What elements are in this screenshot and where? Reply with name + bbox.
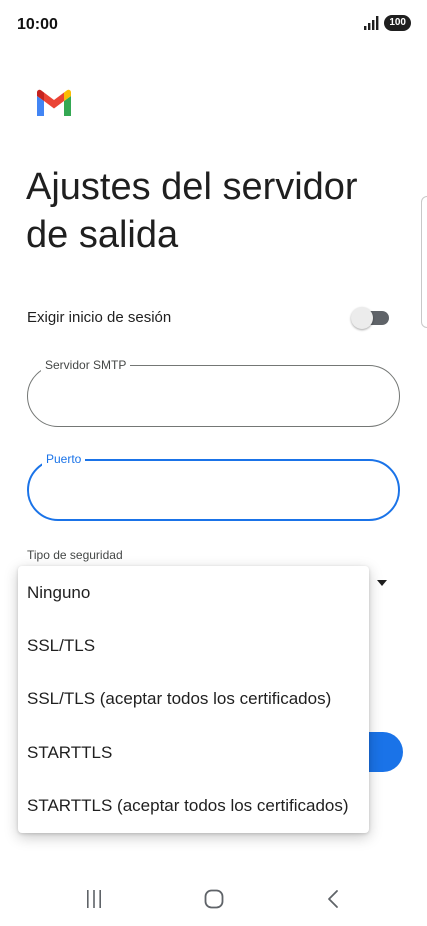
side-panel-handle[interactable] <box>421 196 427 328</box>
smtp-server-input[interactable] <box>48 384 372 410</box>
port-label: Puerto <box>42 451 86 467</box>
recents-icon[interactable] <box>84 890 104 908</box>
security-type-menu: Ninguno SSL/TLS SSL/TLS (aceptar todos l… <box>18 566 369 833</box>
dropdown-arrow-icon[interactable] <box>377 580 387 586</box>
toggle-thumb <box>351 307 373 329</box>
page-title: Ajustes del servidor de salida <box>26 166 358 256</box>
menu-item-starttls[interactable]: STARTTLS <box>18 726 369 779</box>
navigation-bar <box>0 870 427 926</box>
menu-item-ssl-tls[interactable]: SSL/TLS <box>18 619 369 672</box>
status-indicators: 100 <box>364 15 411 31</box>
signal-bars-icon <box>364 16 379 30</box>
smtp-server-label: Servidor SMTP <box>41 357 131 373</box>
home-icon[interactable] <box>204 889 224 909</box>
menu-item-none[interactable]: Ninguno <box>18 566 369 619</box>
port-input[interactable] <box>49 479 373 505</box>
gmail-logo-icon <box>37 89 71 116</box>
security-type-label: Tipo de seguridad <box>27 548 123 562</box>
require-signin-toggle[interactable] <box>351 307 389 329</box>
require-signin-label: Exigir inicio de sesión <box>27 309 172 326</box>
status-time: 10:00 <box>17 16 58 33</box>
back-icon[interactable] <box>326 889 340 909</box>
smtp-server-field[interactable]: Servidor SMTP <box>27 357 400 427</box>
battery-icon: 100 <box>384 15 411 31</box>
status-bar: 10:00 100 <box>0 0 427 50</box>
port-field[interactable]: Puerto <box>27 451 400 521</box>
require-signin-row[interactable]: Exigir inicio de sesión <box>27 300 393 336</box>
menu-item-starttls-accept-all[interactable]: STARTTLS (aceptar todos los certificados… <box>18 779 369 832</box>
menu-item-ssl-tls-accept-all[interactable]: SSL/TLS (aceptar todos los certificados) <box>18 672 369 725</box>
